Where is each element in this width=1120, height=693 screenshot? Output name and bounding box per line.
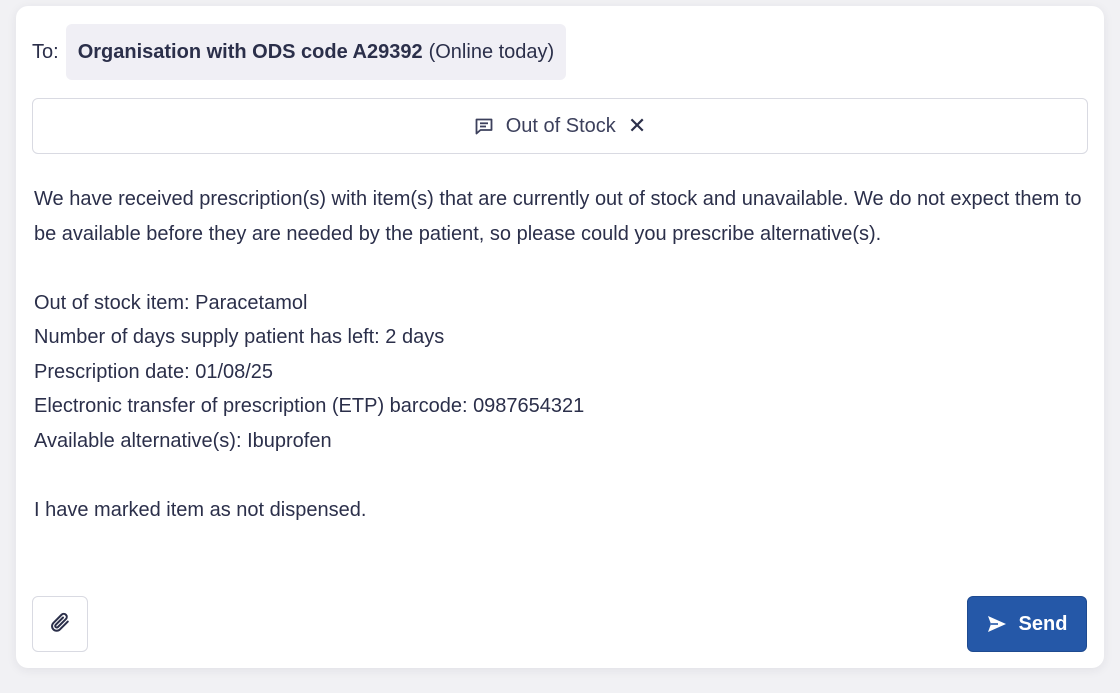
detail-line: Electronic transfer of prescription (ETP… [34, 395, 585, 417]
message-intro: We have received prescription(s) with it… [34, 188, 1082, 245]
send-icon [987, 616, 1006, 632]
attach-button[interactable] [32, 596, 88, 652]
detail-line: Available alternative(s): Ibuprofen [34, 429, 332, 452]
close-icon[interactable]: ✕ [628, 113, 646, 139]
detail-line: Number of days supply patient has left: … [34, 326, 445, 348]
topic-label: Out of Stock [505, 114, 616, 137]
recipient-row: To: Organisation with ODS code A29392 (O… [32, 24, 567, 80]
recipient-chip[interactable]: Organisation with ODS code A29392 (Onlin… [65, 24, 567, 80]
recipient-status: (Online today) [428, 40, 555, 63]
message-composer: To: Organisation with ODS code A29392 (O… [16, 6, 1104, 668]
topic-bar[interactable]: Out of Stock ✕ [32, 98, 1088, 154]
message-body[interactable]: We have received prescription(s) with it… [34, 182, 1084, 527]
paperclip-icon [49, 611, 71, 638]
recipient-organisation: Organisation with ODS code A29392 [77, 40, 423, 63]
detail-line: Prescription date: 01/08/25 [34, 360, 274, 383]
to-label: To: [32, 40, 59, 63]
send-label: Send [1018, 612, 1068, 635]
message-icon [474, 116, 494, 136]
detail-line: Out of stock item: Paracetamol [34, 291, 308, 314]
message-closing: I have marked item as not dispensed. [34, 498, 367, 521]
send-button[interactable]: Send [967, 596, 1087, 652]
